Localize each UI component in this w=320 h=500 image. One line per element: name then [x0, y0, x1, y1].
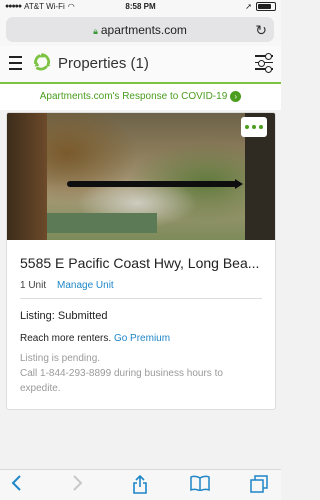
filter-sliders-icon[interactable] — [255, 53, 273, 75]
location-icon: ➚ — [245, 2, 252, 11]
listing-status: Listing: Submitted — [20, 310, 108, 322]
apartments-logo — [34, 52, 51, 71]
photo-tree — [7, 113, 47, 240]
unit-count: 1 Unit — [20, 280, 47, 291]
go-premium-link[interactable]: Go Premium — [114, 333, 170, 344]
property-address[interactable]: 5585 E Pacific Coast Hwy, Long Bea... — [20, 255, 259, 271]
battery-icon — [256, 2, 276, 11]
pending-note-line: Listing is pending. — [20, 353, 101, 364]
forward-icon[interactable] — [72, 475, 84, 491]
status-bar: ●●●●● AT&T Wi-Fi ◠ 8:58 PM ➚ — [0, 0, 281, 14]
tabs-icon[interactable] — [250, 475, 268, 493]
address-bar[interactable]: 🔒︎ apartments.com ↻ — [6, 17, 274, 42]
property-photo[interactable] — [7, 113, 275, 240]
covid-banner-text[interactable]: Apartments.com's Response to COVID-19 — [40, 91, 228, 102]
call-note: Call 1-844-293-8899 during business hour… — [20, 368, 223, 394]
url-text: apartments.com — [100, 23, 187, 37]
app-header: Properties (1) — [0, 46, 281, 84]
chevron-right-icon: › — [230, 90, 242, 102]
page-title: Properties (1) — [58, 55, 149, 72]
manage-unit-link[interactable]: Manage Unit — [57, 280, 114, 291]
browser-chrome: 🔒︎ apartments.com ↻ — [0, 14, 281, 46]
share-icon[interactable] — [132, 475, 148, 494]
photo-bench — [47, 213, 157, 233]
covid-banner[interactable]: Apartments.com's Response to COVID-19 › — [0, 84, 281, 110]
status-right: ➚ — [245, 2, 276, 11]
hamburger-menu-icon[interactable] — [9, 56, 22, 74]
pending-note: Listing is pending. Call 1-844-293-8899 … — [20, 351, 250, 396]
url-display[interactable]: 🔒︎ apartments.com — [6, 23, 274, 37]
clock: 8:58 PM — [125, 2, 156, 11]
divider — [20, 298, 262, 299]
property-card: 5585 E Pacific Coast Hwy, Long Bea... 1 … — [6, 112, 276, 410]
upsell-line: Reach more renters. Go Premium — [20, 333, 170, 344]
reload-icon[interactable]: ↻ — [255, 22, 267, 39]
bookmarks-icon[interactable] — [190, 475, 210, 491]
photo-stream — [67, 179, 243, 189]
reach-text: Reach more renters. — [20, 333, 112, 344]
back-icon[interactable] — [10, 475, 22, 491]
browser-toolbar — [0, 469, 281, 500]
lock-icon: 🔒︎ — [93, 26, 98, 36]
more-options-button[interactable] — [241, 117, 267, 137]
